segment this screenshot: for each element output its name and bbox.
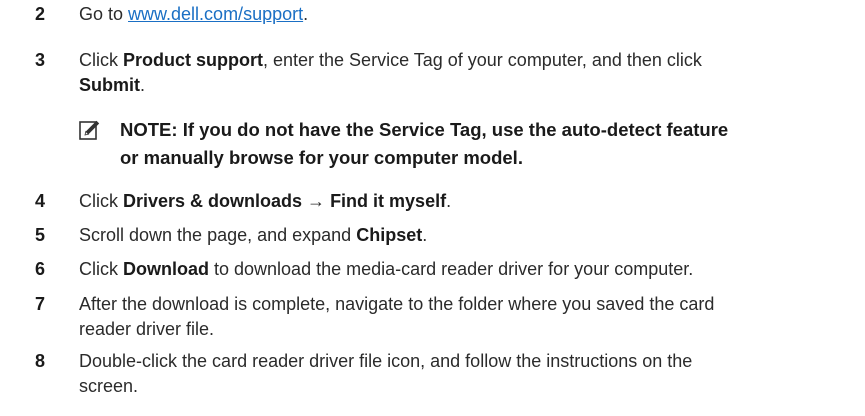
download-label: Download [123, 259, 209, 279]
step-text: Double-click the card reader driver file… [79, 351, 693, 396]
step-number: 2 [35, 4, 46, 24]
step-text: Click Download to download the media-car… [79, 259, 694, 279]
note-text: NOTE: If you do not have the Service Tag… [120, 119, 729, 168]
step-text: Click Drivers & downloads → Find it myse… [79, 191, 452, 211]
drivers-downloads-label: Drivers & downloads [123, 191, 303, 211]
submit-label: Submit [79, 75, 140, 95]
step-number: 7 [35, 294, 46, 314]
step-text: Click Product support, enter the Service… [79, 50, 702, 95]
support-link[interactable]: www.dell.com/support [128, 4, 303, 24]
document-page: 2 Go to www.dell.com/support. 3 Click Pr… [0, 0, 865, 416]
step-text: After the download is complete, navigate… [79, 294, 715, 339]
step-number: 4 [35, 191, 46, 211]
chipset-label: Chipset [356, 225, 423, 245]
step-text: Scroll down the page, and expand Chipset… [79, 225, 428, 245]
find-it-myself-label: Find it myself [330, 191, 447, 211]
product-support-label: Product support [123, 50, 263, 70]
step-text: Go to www.dell.com/support. [79, 4, 309, 24]
step-number: 6 [35, 259, 46, 279]
pencil-note-icon [79, 120, 100, 140]
step-number: 5 [35, 225, 46, 245]
step-number: 8 [35, 351, 46, 371]
step-number: 3 [35, 50, 46, 70]
